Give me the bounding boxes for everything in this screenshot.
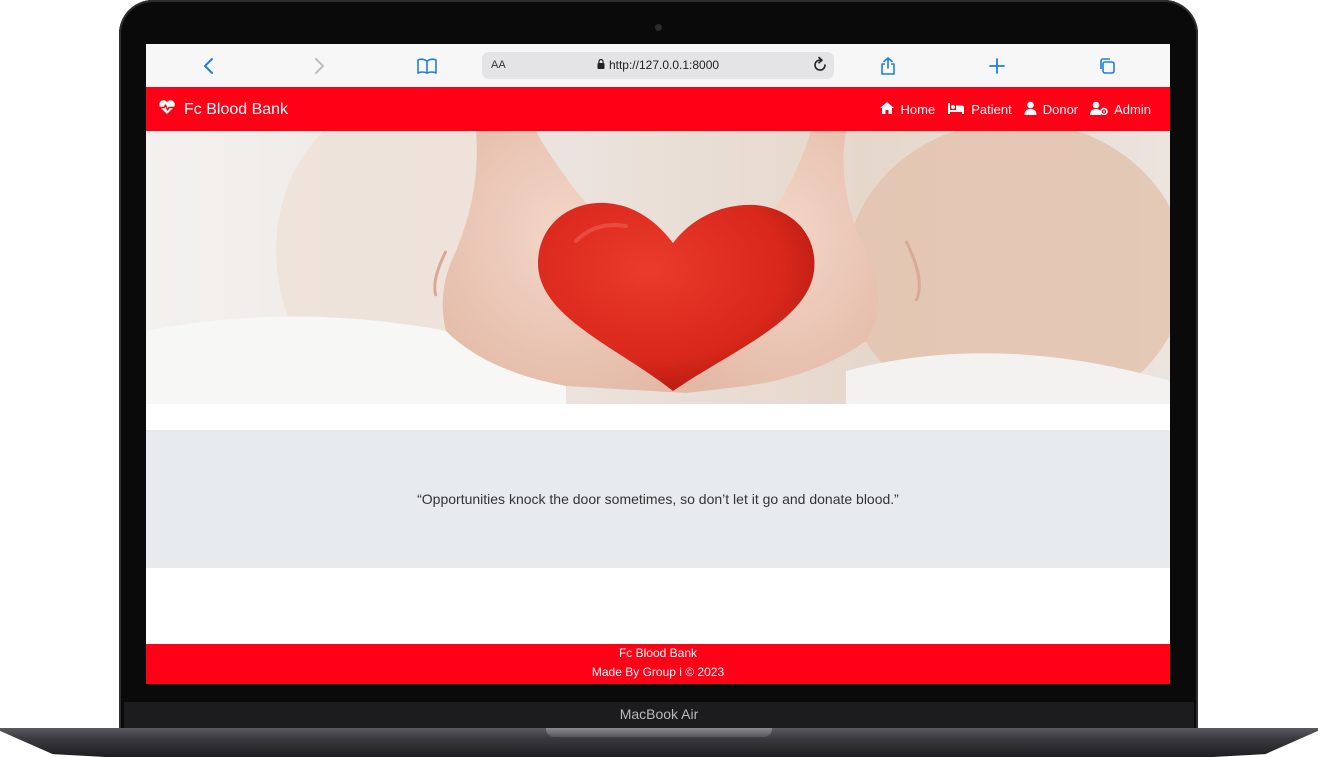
nav-donor-label: Donor bbox=[1042, 102, 1079, 117]
donation-quote: “Opportunities knock the door sometimes,… bbox=[417, 491, 899, 507]
device-label: MacBook Air bbox=[619, 706, 699, 722]
footer-credit: Made By Group i © 2023 bbox=[591, 665, 725, 679]
browser-toolbar: AA http://127.0.0.1:8000 bbox=[146, 44, 1170, 88]
home-icon bbox=[879, 101, 895, 118]
forward-icon[interactable] bbox=[308, 55, 330, 77]
tabs-overview-icon[interactable] bbox=[1096, 55, 1118, 77]
lock-icon bbox=[597, 58, 605, 72]
nav-admin-label: Admin bbox=[1114, 102, 1151, 117]
hands-holding-heart-illustration bbox=[146, 131, 1170, 404]
url-display[interactable]: http://127.0.0.1:8000 bbox=[482, 58, 834, 72]
footer-brand: Fc Blood Bank bbox=[618, 646, 698, 660]
laptop-notch bbox=[546, 728, 772, 737]
new-tab-icon[interactable] bbox=[986, 55, 1008, 77]
user-gear-icon bbox=[1090, 101, 1108, 118]
nav-donor[interactable]: Donor bbox=[1024, 101, 1078, 118]
back-icon[interactable] bbox=[198, 55, 220, 77]
screen: AA http://127.0.0.1:8000 Fc Blood Bank H… bbox=[146, 44, 1170, 684]
brand-link[interactable]: Fc Blood Bank bbox=[158, 99, 288, 120]
camera bbox=[655, 24, 662, 31]
bed-icon bbox=[947, 101, 965, 118]
address-bar[interactable]: AA http://127.0.0.1:8000 bbox=[482, 52, 834, 79]
nav-patient-label: Patient bbox=[971, 102, 1012, 117]
nav-home-label: Home bbox=[900, 102, 936, 117]
nav-admin[interactable]: Admin bbox=[1090, 101, 1151, 118]
site-footer: Fc Blood Bank Made By Group i © 2023 bbox=[146, 644, 1170, 684]
reload-icon[interactable] bbox=[812, 56, 828, 79]
hero-image bbox=[146, 131, 1170, 404]
share-icon[interactable] bbox=[877, 55, 899, 77]
brand-name: Fc Blood Bank bbox=[184, 100, 289, 118]
user-icon bbox=[1024, 101, 1037, 118]
bookmarks-icon[interactable] bbox=[416, 55, 438, 77]
url-text: http://127.0.0.1:8000 bbox=[608, 58, 720, 72]
quote-section: “Opportunities knock the door sometimes,… bbox=[146, 430, 1170, 568]
heartbeat-icon bbox=[158, 99, 176, 120]
nav-menu: Home Patient Donor Admin bbox=[879, 101, 1151, 118]
site-navbar: Fc Blood Bank Home Patient Donor Admin bbox=[146, 87, 1170, 131]
nav-patient[interactable]: Patient bbox=[947, 101, 1012, 118]
nav-home[interactable]: Home bbox=[879, 101, 936, 118]
